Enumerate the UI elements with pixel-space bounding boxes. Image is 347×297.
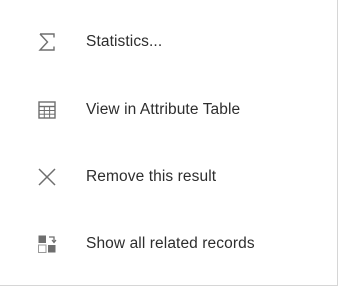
menu-item-label: Statistics... xyxy=(86,33,163,50)
context-menu: Statistics... View in Attribute Table Re… xyxy=(0,0,338,286)
sigma-icon xyxy=(36,31,58,53)
close-icon xyxy=(36,166,58,188)
related-records-icon xyxy=(36,233,58,255)
table-icon xyxy=(36,99,58,121)
menu-item-label: View in Attribute Table xyxy=(86,101,241,118)
menu-item-statistics[interactable]: Statistics... xyxy=(0,22,337,62)
menu-item-remove-this-result[interactable]: Remove this result xyxy=(0,157,337,197)
menu-item-view-in-attribute-table[interactable]: View in Attribute Table xyxy=(0,90,337,130)
menu-item-show-all-related-records[interactable]: Show all related records xyxy=(0,224,337,264)
menu-item-label: Show all related records xyxy=(86,235,255,252)
menu-item-label: Remove this result xyxy=(86,168,217,185)
